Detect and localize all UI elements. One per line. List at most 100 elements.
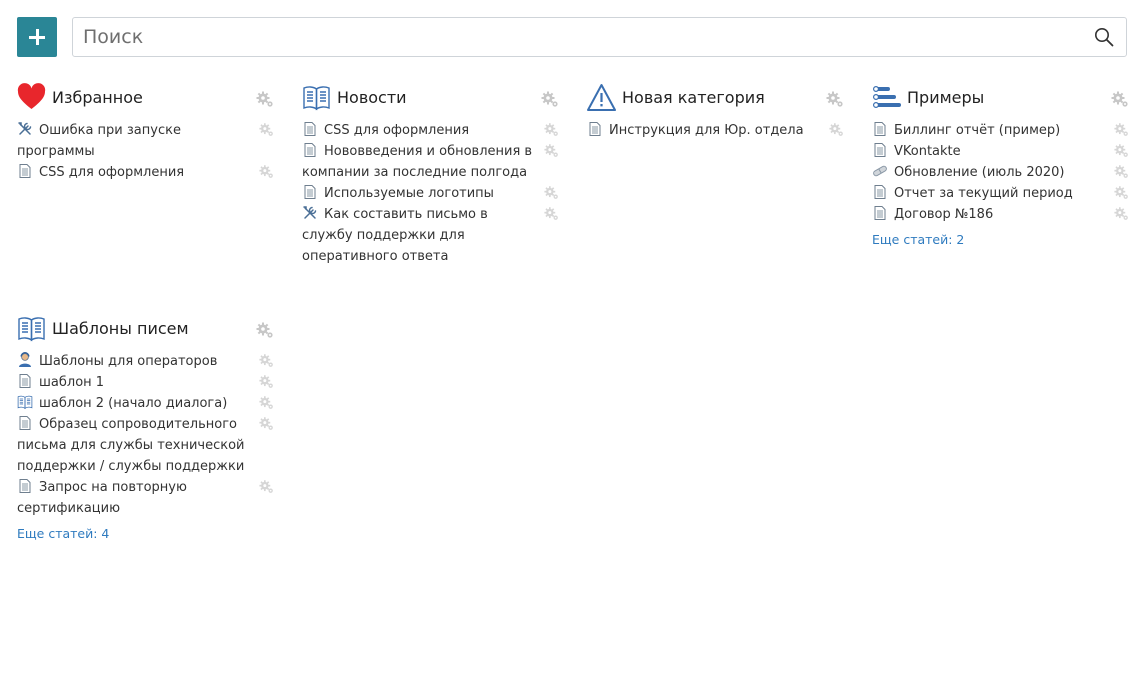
article-gear-icon[interactable]: [544, 122, 559, 137]
article-link[interactable]: Запрос на повторную сертификацию: [17, 480, 187, 516]
more-articles-link[interactable]: Еще статей: 4: [17, 526, 274, 541]
article-gear-icon[interactable]: [1114, 143, 1129, 158]
article-gear-icon[interactable]: [544, 206, 559, 221]
article-item: шаблон 2 (начало диалога): [17, 393, 274, 414]
article-item: CSS для оформления: [302, 120, 559, 141]
article-gear-icon[interactable]: [544, 185, 559, 200]
article-item: Ошибка при запуске программы: [17, 120, 274, 162]
category-header: Избранное: [17, 82, 274, 114]
pills-icon: [872, 163, 888, 179]
article-link[interactable]: Отчет за текущий период: [894, 186, 1073, 201]
article-link[interactable]: Образец сопроводительного письма для слу…: [17, 417, 244, 474]
category-header: Новости: [302, 82, 559, 114]
search-input[interactable]: [83, 18, 1086, 56]
article-item: VKontakte: [872, 141, 1129, 162]
search-icon[interactable]: [1094, 27, 1114, 47]
article-link[interactable]: Договор №186: [894, 207, 993, 222]
article-link[interactable]: Инструкция для Юр. отдела: [609, 123, 804, 138]
article-gear-icon[interactable]: [259, 374, 274, 389]
open-book-icon: [302, 83, 331, 112]
category-header: Новая категория: [587, 82, 844, 114]
document-icon: [17, 415, 33, 431]
article-link[interactable]: CSS для оформления: [39, 165, 184, 180]
article-item: Шаблоны для операторов: [17, 351, 274, 372]
article-item: Как составить письмо в службу поддержки …: [302, 204, 559, 267]
settings-gear-icon[interactable]: [541, 90, 559, 108]
article-gear-icon[interactable]: [259, 416, 274, 431]
article-gear-icon[interactable]: [259, 395, 274, 410]
category-news: Новости CSS для оформления Нововведения …: [302, 82, 559, 267]
document-icon: [872, 121, 888, 137]
article-item: Используемые логотипы: [302, 183, 559, 204]
category-examples: Примеры Биллинг отчёт (пример) VKontakte…: [872, 82, 1129, 247]
article-list: Ошибка при запуске программы CSS для офо…: [17, 120, 274, 183]
category-title[interactable]: Шаблоны писем: [52, 319, 189, 338]
article-item: Биллинг отчёт (пример): [872, 120, 1129, 141]
article-gear-icon[interactable]: [259, 353, 274, 368]
article-link[interactable]: VKontakte: [894, 144, 961, 159]
category-letter-templates: Шаблоны писем Шаблоны для операторов шаб…: [17, 313, 274, 541]
article-item: Запрос на повторную сертификацию: [17, 477, 274, 519]
article-item: Нововведения и обновления в компании за …: [302, 141, 559, 183]
document-icon: [872, 205, 888, 221]
article-link[interactable]: Как составить письмо в службу поддержки …: [302, 207, 488, 264]
add-button[interactable]: [17, 17, 57, 57]
article-gear-icon[interactable]: [259, 479, 274, 494]
article-gear-icon[interactable]: [259, 122, 274, 137]
article-gear-icon[interactable]: [259, 164, 274, 179]
document-icon: [872, 184, 888, 200]
warning-icon: [587, 83, 616, 112]
article-gear-icon[interactable]: [1114, 185, 1129, 200]
article-gear-icon[interactable]: [1114, 206, 1129, 221]
article-link[interactable]: Обновление (июль 2020): [894, 165, 1064, 180]
search-box: [72, 17, 1127, 57]
article-list: CSS для оформления Нововведения и обновл…: [302, 120, 559, 267]
settings-gear-icon[interactable]: [1111, 90, 1129, 108]
article-gear-icon[interactable]: [1114, 122, 1129, 137]
document-icon: [302, 121, 318, 137]
article-gear-icon[interactable]: [544, 143, 559, 158]
category-favorites: Избранное Ошибка при запуске программы C…: [17, 82, 274, 183]
category-title[interactable]: Примеры: [907, 88, 984, 107]
article-list: Шаблоны для операторов шаблон 1 шаблон 2…: [17, 351, 274, 519]
settings-gear-icon[interactable]: [826, 90, 844, 108]
article-item: шаблон 1: [17, 372, 274, 393]
heart-icon: [17, 83, 46, 112]
document-icon: [17, 163, 33, 179]
list-settings-icon: [872, 83, 901, 112]
document-icon: [872, 142, 888, 158]
article-item: Договор №186: [872, 204, 1129, 225]
category-new: Новая категория Инструкция для Юр. отдел…: [587, 82, 844, 141]
article-link[interactable]: Шаблоны для операторов: [39, 354, 217, 369]
category-title[interactable]: Новости: [337, 88, 407, 107]
article-gear-icon[interactable]: [829, 122, 844, 137]
document-icon: [17, 478, 33, 494]
category-title[interactable]: Новая категория: [622, 88, 765, 107]
article-link[interactable]: Нововведения и обновления в компании за …: [302, 144, 532, 180]
open-book-icon: [17, 314, 46, 343]
article-link[interactable]: Используемые логотипы: [324, 186, 494, 201]
article-link[interactable]: шаблон 2 (начало диалога): [39, 396, 227, 411]
category-header: Примеры: [872, 82, 1129, 114]
article-link[interactable]: шаблон 1: [39, 375, 104, 390]
settings-gear-icon[interactable]: [256, 90, 274, 108]
settings-gear-icon[interactable]: [256, 321, 274, 339]
document-icon: [17, 373, 33, 389]
article-link[interactable]: CSS для оформления: [324, 123, 469, 138]
article-item: CSS для оформления: [17, 162, 274, 183]
tools-icon: [17, 121, 33, 137]
operator-icon: [17, 352, 33, 368]
article-item: Обновление (июль 2020): [872, 162, 1129, 183]
article-link[interactable]: Биллинг отчёт (пример): [894, 123, 1060, 138]
category-title[interactable]: Избранное: [52, 88, 143, 107]
top-bar: [17, 17, 1127, 57]
more-articles-link[interactable]: Еще статей: 2: [872, 232, 1129, 247]
open-book-icon: [17, 394, 33, 410]
document-icon: [302, 184, 318, 200]
document-icon: [302, 142, 318, 158]
document-icon: [587, 121, 603, 137]
article-item: Инструкция для Юр. отдела: [587, 120, 844, 141]
article-link[interactable]: Ошибка при запуске программы: [17, 123, 181, 159]
article-gear-icon[interactable]: [1114, 164, 1129, 179]
article-item: Отчет за текущий период: [872, 183, 1129, 204]
